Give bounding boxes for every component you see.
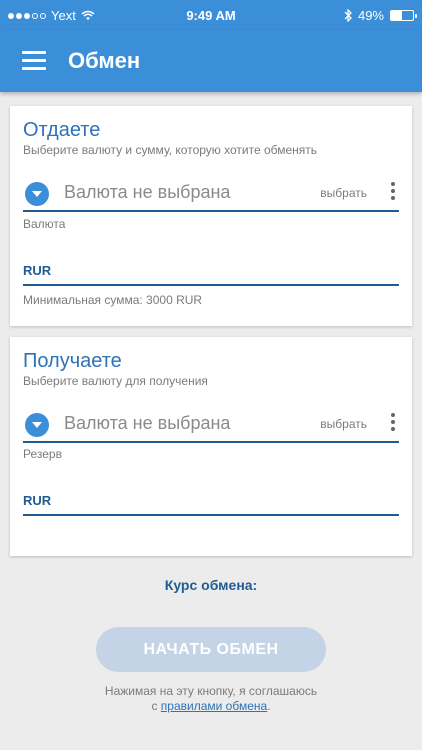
get-currency-select[interactable]: Валюта не выбрана выбрать [23,407,399,443]
give-card: Отдаете Выберите валюту и сумму, которую… [10,106,412,326]
give-currency-select[interactable]: Валюта не выбрана выбрать [23,176,399,212]
agreement-line: Нажимая на эту кнопку, я соглашаюсь [104,684,318,698]
status-right: 49% [344,8,417,23]
get-currency-code: RUR [23,493,52,508]
battery-icon [390,10,417,21]
agreement-prefix: с [151,699,158,713]
app-bar: Обмен [0,30,422,92]
start-exchange-button[interactable]: НАЧАТЬ ОБМЕН [96,627,326,672]
give-subtitle: Выберите валюту и сумму, которую хотите … [23,143,318,157]
get-field-label: Резерв [23,447,62,461]
battery-percent: 49% [357,8,384,23]
get-select-link[interactable]: выбрать [320,417,367,431]
more-vertical-icon[interactable] [389,413,397,435]
page-title: Обмен [68,48,141,73]
exchange-rate-label: Курс обмена: [164,577,258,593]
chevron-down-icon[interactable] [25,182,49,206]
agreement-suffix: . [267,699,271,713]
give-field-label: Валюта [23,217,66,231]
get-card: Получаете Выберите валюту для получения … [10,337,412,556]
get-amount-field[interactable]: RUR [23,491,399,516]
bluetooth-icon [344,9,352,22]
get-title: Получаете [23,350,122,372]
give-currency-placeholder[interactable]: Валюта не выбрана [64,182,230,203]
give-select-link[interactable]: выбрать [320,186,367,200]
agreement-text: Нажимая на эту кнопку, я соглашаюсь с пр… [0,684,422,714]
battery-level [391,11,402,20]
more-vertical-icon[interactable] [389,182,397,204]
chevron-down-icon[interactable] [25,413,49,437]
get-currency-placeholder[interactable]: Валюта не выбрана [64,413,230,434]
status-bar: Yext 9:49 AM 49% [0,0,422,30]
give-amount-field[interactable]: RUR [23,261,399,286]
exchange-rules-link[interactable]: правилами обмена [161,699,267,713]
hamburger-menu-icon[interactable] [22,51,46,71]
get-subtitle: Выберите валюту для получения [23,374,208,388]
min-amount-note: Минимальная сумма: 3000 RUR [23,293,203,307]
give-title: Отдаете [23,119,101,141]
agreement-link-line: с правилами обмена. [0,699,422,714]
give-currency-code: RUR [23,263,52,278]
